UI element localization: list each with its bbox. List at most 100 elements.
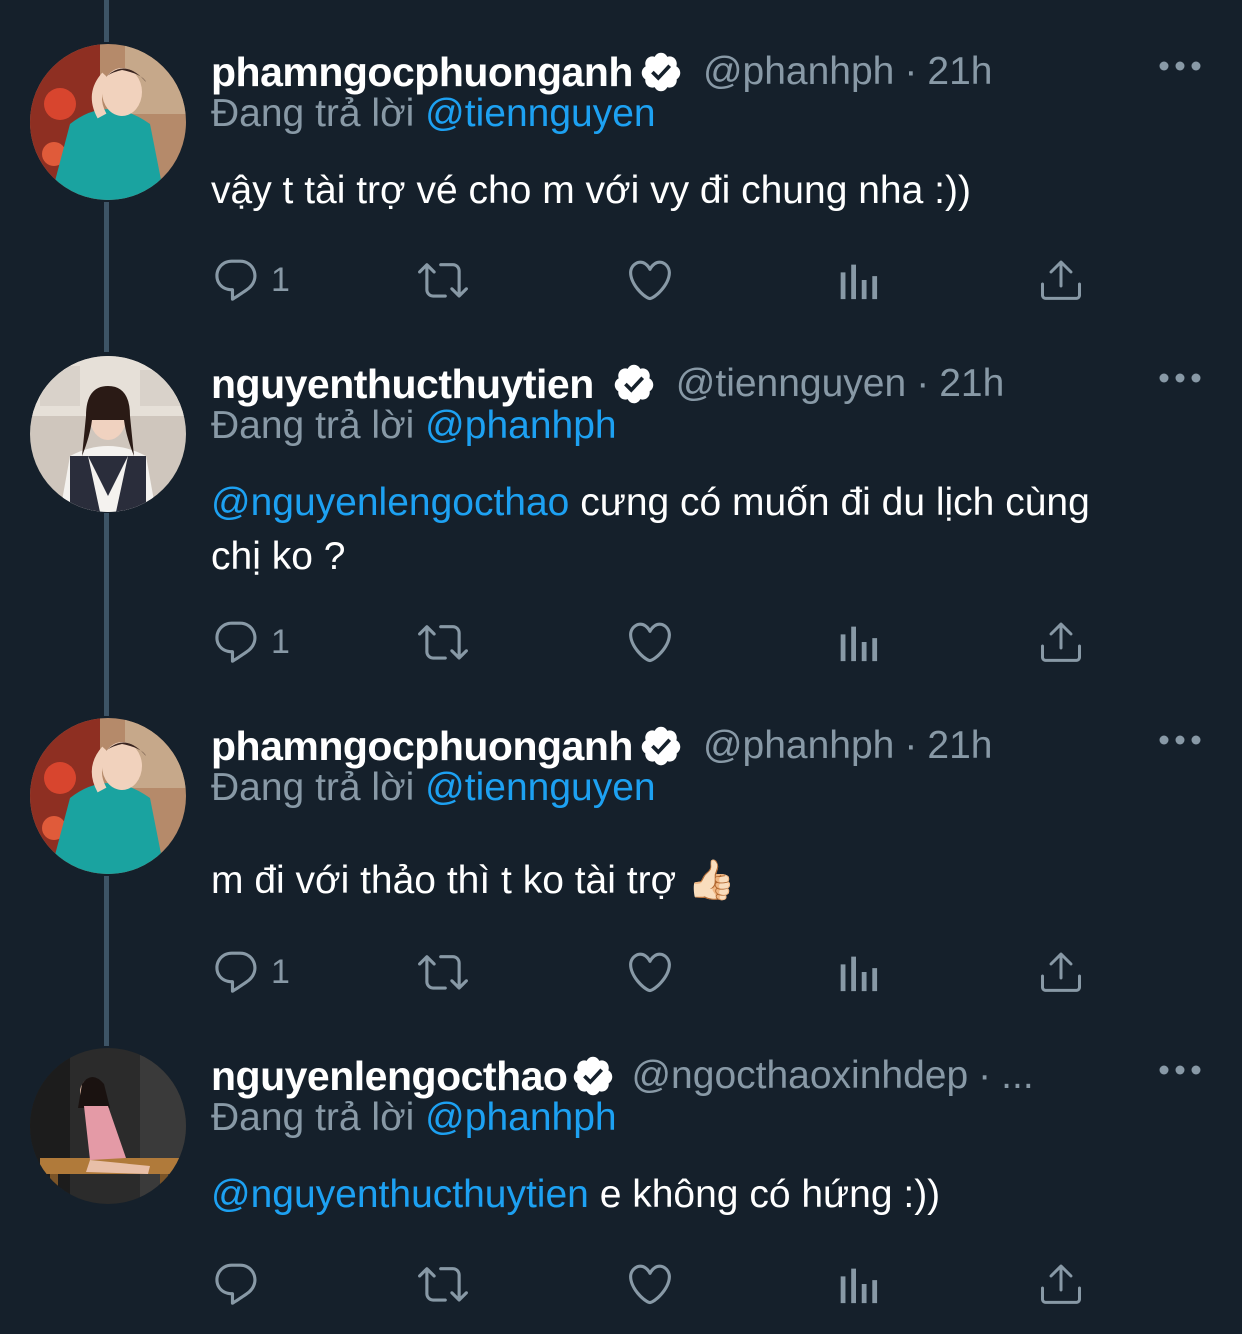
replying-label: Đang trả lời bbox=[211, 766, 415, 809]
like-button[interactable] bbox=[625, 1256, 675, 1312]
like-icon bbox=[629, 622, 671, 663]
reply-icon bbox=[215, 259, 257, 301]
replying-label: Đang trả lời bbox=[211, 1096, 415, 1139]
like-button[interactable] bbox=[625, 252, 675, 308]
replying-to: Đang trả lời @tiennguyen bbox=[211, 766, 656, 810]
replying-to-handle[interactable]: @phanhph bbox=[425, 404, 616, 447]
retweet-button[interactable] bbox=[416, 1256, 470, 1312]
analytics-button[interactable] bbox=[833, 614, 879, 670]
replying-to: Đang trả lời @tiennguyen bbox=[211, 92, 656, 136]
handle[interactable]: @phanhph bbox=[703, 724, 894, 768]
tweet[interactable]: nguyenthucthuytien @tiennguyen · 21h Đan… bbox=[0, 356, 1242, 696]
reply-icon bbox=[215, 951, 257, 993]
timestamp[interactable]: 21h bbox=[927, 50, 992, 94]
replying-to: Đang trả lời @phanhph bbox=[211, 404, 617, 448]
analytics-icon bbox=[840, 264, 878, 300]
separator: · bbox=[904, 724, 918, 767]
replying-to-handle[interactable]: @tiennguyen bbox=[425, 766, 655, 809]
reply-count: 1 bbox=[271, 260, 290, 299]
like-button[interactable] bbox=[625, 944, 675, 1000]
reply-button[interactable]: 1 bbox=[211, 614, 290, 670]
retweet-icon bbox=[418, 955, 468, 990]
separator: · bbox=[978, 1054, 992, 1097]
replying-label: Đang trả lời bbox=[211, 92, 415, 135]
handle[interactable]: @ngocthaoxinhdep bbox=[631, 1054, 968, 1098]
like-icon bbox=[629, 1264, 671, 1305]
avatar[interactable] bbox=[30, 356, 186, 512]
analytics-button[interactable] bbox=[833, 252, 879, 308]
reply-button[interactable] bbox=[211, 1256, 271, 1312]
share-button[interactable] bbox=[1037, 944, 1085, 1000]
more-options-icon[interactable] bbox=[1158, 730, 1202, 750]
tweet[interactable]: phamngocphuonganh @phanhph · 21h Đang tr… bbox=[0, 718, 1242, 1008]
tweet-body: vậy t tài trợ vé cho m với vy đi chung n… bbox=[211, 169, 971, 212]
tweet-thread: phamngocphuonganh @phanhph · 21h Đang tr… bbox=[0, 0, 1242, 1334]
like-button[interactable] bbox=[625, 614, 675, 670]
replying-to-handle[interactable]: @phanhph bbox=[425, 1096, 616, 1139]
handle[interactable]: @tiennguyen bbox=[676, 362, 906, 406]
reply-button[interactable]: 1 bbox=[211, 944, 290, 1000]
like-icon bbox=[629, 952, 671, 993]
reply-icon bbox=[215, 1263, 257, 1305]
share-button[interactable] bbox=[1037, 252, 1085, 308]
retweet-button[interactable] bbox=[416, 252, 470, 308]
tweet[interactable]: nguyenlengocthao @ngocthaoxinhdep · ... … bbox=[0, 1048, 1242, 1334]
tweet-actions: 1 bbox=[211, 614, 1091, 670]
retweet-icon bbox=[418, 1267, 468, 1302]
tweet-actions: 1 bbox=[211, 944, 1091, 1000]
tweet[interactable]: phamngocphuonganh @phanhph · 21h Đang tr… bbox=[0, 44, 1242, 334]
display-name[interactable]: nguyenlengocthao bbox=[211, 1053, 568, 1100]
timestamp[interactable]: 21h bbox=[939, 362, 1004, 406]
more-options-icon[interactable] bbox=[1158, 56, 1202, 76]
verified-badge-icon bbox=[574, 1056, 613, 1096]
display-name[interactable]: phamngocphuonganh bbox=[211, 49, 633, 96]
reply-count: 1 bbox=[271, 622, 290, 661]
retweet-icon bbox=[418, 263, 468, 298]
mention-link[interactable]: @nguyenthucthuytien bbox=[211, 1173, 589, 1216]
analytics-button[interactable] bbox=[833, 1256, 879, 1312]
share-button[interactable] bbox=[1037, 614, 1085, 670]
analytics-icon bbox=[840, 1268, 878, 1304]
replying-label: Đang trả lời bbox=[211, 404, 415, 447]
analytics-icon bbox=[840, 626, 878, 662]
tweet-text: @nguyenlengocthao cưng có muốn đi du lịc… bbox=[211, 476, 1131, 584]
tweet-text: @nguyenthucthuytien e không có hứng :)) bbox=[211, 1168, 1171, 1222]
retweet-button[interactable] bbox=[416, 944, 470, 1000]
analytics-icon bbox=[840, 956, 878, 992]
avatar[interactable] bbox=[30, 1048, 186, 1204]
share-icon bbox=[1041, 952, 1081, 992]
tweet-body: e không có hứng :)) bbox=[588, 1173, 941, 1216]
display-name[interactable]: nguyenthucthuytien bbox=[211, 361, 594, 408]
verified-badge-icon bbox=[641, 52, 681, 92]
timestamp[interactable]: ... bbox=[1001, 1054, 1034, 1098]
tweet-body: m đi với thảo thì t ko tài trợ 👍🏻 bbox=[211, 859, 736, 902]
mention-link[interactable]: @nguyenlengocthao bbox=[211, 481, 569, 524]
tweet-text: m đi với thảo thì t ko tài trợ 👍🏻 bbox=[211, 854, 1171, 908]
reply-count: 1 bbox=[271, 952, 290, 991]
tweet-actions bbox=[211, 1256, 1091, 1312]
replying-to: Đang trả lời @phanhph bbox=[211, 1096, 617, 1140]
share-icon bbox=[1041, 260, 1081, 300]
more-options-icon[interactable] bbox=[1158, 1060, 1202, 1080]
display-name[interactable]: phamngocphuonganh bbox=[211, 723, 633, 770]
share-icon bbox=[1041, 622, 1081, 662]
retweet-icon bbox=[418, 625, 468, 660]
share-icon bbox=[1041, 1264, 1081, 1304]
reply-icon bbox=[215, 621, 257, 663]
reply-button[interactable]: 1 bbox=[211, 252, 290, 308]
share-button[interactable] bbox=[1037, 1256, 1085, 1312]
verified-badge-icon bbox=[641, 726, 681, 766]
thread-line bbox=[104, 0, 109, 42]
tweet-text: vậy t tài trợ vé cho m với vy đi chung n… bbox=[211, 164, 1171, 218]
avatar[interactable] bbox=[30, 44, 186, 200]
more-options-icon[interactable] bbox=[1158, 368, 1202, 388]
replying-to-handle[interactable]: @tiennguyen bbox=[425, 92, 655, 135]
analytics-button[interactable] bbox=[833, 944, 879, 1000]
verified-badge-icon bbox=[614, 364, 654, 404]
avatar[interactable] bbox=[30, 718, 186, 874]
separator: · bbox=[904, 50, 918, 93]
retweet-button[interactable] bbox=[416, 614, 470, 670]
handle[interactable]: @phanhph bbox=[703, 50, 894, 94]
like-icon bbox=[629, 260, 671, 301]
timestamp[interactable]: 21h bbox=[927, 724, 992, 768]
